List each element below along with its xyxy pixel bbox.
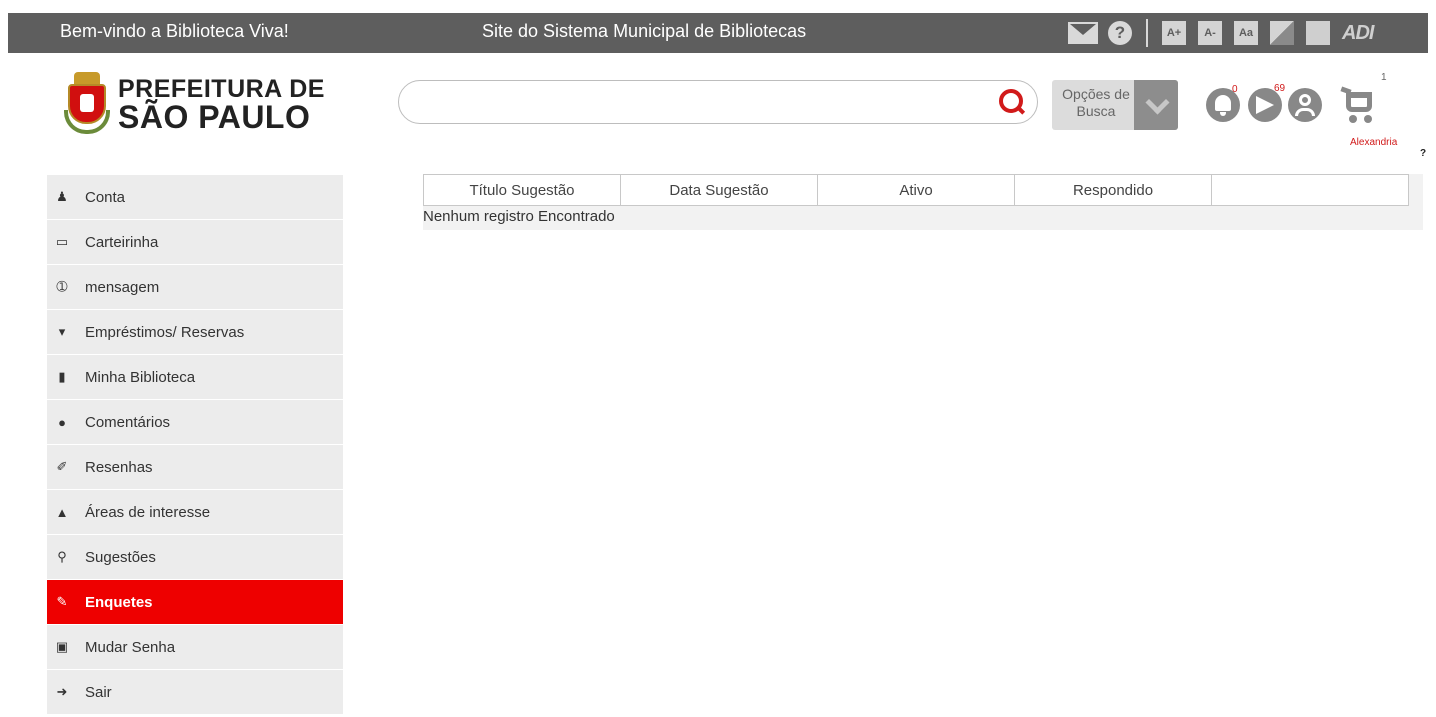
sidebar-item-label: Minha Biblioteca <box>85 368 196 386</box>
sidebar-item-comentarios[interactable]: ● Comentários <box>47 400 343 445</box>
sidebar-item-conta[interactable]: ♟ Conta <box>47 175 343 220</box>
font-increase-button[interactable]: A+ <box>1162 21 1186 45</box>
sidebar-item-label: Empréstimos/ Reservas <box>85 323 245 341</box>
site-title-link[interactable]: Site do Sistema Municipal de Bibliotecas <box>482 21 806 42</box>
sidebar-menu: ♟ Conta ▭ Carteirinha ➀ mensagem ▾ Empré… <box>47 175 343 715</box>
sidebar-item-mudar-senha[interactable]: ▣ Mudar Senha <box>47 625 343 670</box>
column-header-respondido: Respondido <box>1014 174 1212 206</box>
sidebar-item-label: Enquetes <box>85 593 153 611</box>
column-header-ativo: Ativo <box>817 174 1015 206</box>
sidebar-item-label: Mudar Senha <box>85 638 176 656</box>
sidebar-item-label: Conta <box>85 188 126 206</box>
sidebar-item-label: Áreas de interesse <box>85 503 211 521</box>
card-icon: ▭ <box>55 234 69 249</box>
lightbulb-icon: ⚲ <box>57 549 67 564</box>
sidebar-item-sugestoes[interactable]: ⚲ Sugestões <box>47 535 343 580</box>
table-header-row: Título Sugestão Data Sugestão Ativo Resp… <box>423 174 1409 206</box>
cart-icon[interactable] <box>1338 84 1378 124</box>
sidebar-item-label: Sugestões <box>85 548 156 566</box>
sidebar-item-label: Resenhas <box>85 458 153 476</box>
toolbar-divider <box>1146 19 1148 47</box>
user-icon: ♟ <box>56 189 68 204</box>
sidebar-item-areas-interesse[interactable]: ▲ Áreas de interesse <box>47 490 343 535</box>
sidebar-item-emprestimos[interactable]: ▾ Empréstimos/ Reservas <box>47 310 343 355</box>
column-header-data: Data Sugestão <box>620 174 818 206</box>
thumbs-up-icon: ▲ <box>55 504 69 520</box>
sign-out-icon: ➜ <box>56 684 68 699</box>
search-options-button[interactable]: Opções de Busca <box>1052 80 1178 130</box>
contrast-icon[interactable] <box>1270 21 1294 45</box>
info-icon: ➀ <box>56 279 68 294</box>
sidebar-item-resenhas[interactable]: ✐ Resenhas <box>47 445 343 490</box>
crest-icon <box>64 72 110 136</box>
sidebar-item-label: Sair <box>85 683 112 701</box>
sidebar-item-enquetes[interactable]: ✎ Enquetes <box>47 580 343 625</box>
sidebar-item-carteirinha[interactable]: ▭ Carteirinha <box>47 220 343 265</box>
welcome-text: Bem-vindo a Biblioteca Viva! <box>60 21 289 41</box>
book-icon: ▮ <box>58 369 66 384</box>
pencil-icon: ✐ <box>56 459 68 474</box>
search-box <box>398 80 1038 124</box>
mail-icon[interactable] <box>1068 22 1098 44</box>
column-header-titulo: Título Sugestão <box>423 174 621 206</box>
suggestions-table: Título Sugestão Data Sugestão Ativo Resp… <box>423 174 1409 206</box>
comment-icon: ● <box>58 414 66 430</box>
search-icon[interactable] <box>999 89 1026 115</box>
chevron-down-icon[interactable] <box>1134 80 1178 130</box>
sidebar-item-minha-biblioteca[interactable]: ▮ Minha Biblioteca <box>47 355 343 400</box>
sidebar-item-mensagem[interactable]: ➀ mensagem <box>47 265 343 310</box>
search-input[interactable] <box>419 89 983 117</box>
lock-icon: ▣ <box>55 639 69 654</box>
bell-count-badge: 0 <box>1232 84 1238 95</box>
user-name-link[interactable]: Alexandria <box>1350 137 1397 148</box>
help-icon[interactable]: ? <box>1108 21 1132 45</box>
sidebar-item-sair[interactable]: ➜ Sair <box>47 670 343 715</box>
adi-logo[interactable]: ADI <box>1342 22 1374 45</box>
sidebar-item-label: Comentários <box>85 413 171 431</box>
top-bar: Bem-vindo a Biblioteca Viva! Site do Sis… <box>8 13 1428 53</box>
sidebar-item-label: mensagem <box>85 278 160 296</box>
empty-table-message: Nenhum registro Encontrado <box>423 208 615 225</box>
prefeitura-logo[interactable]: PREFEITURA DE SÃO PAULO <box>64 72 325 136</box>
sidebar-item-label: Carteirinha <box>85 233 159 251</box>
plain-mode-icon[interactable] <box>1306 21 1330 45</box>
font-decrease-button[interactable]: A- <box>1198 21 1222 45</box>
messages-count-badge: 69 <box>1274 83 1286 94</box>
pin-icon: ▾ <box>58 324 66 339</box>
column-header-actions <box>1211 174 1409 206</box>
edit-icon: ✎ <box>56 594 68 609</box>
user-help-link[interactable]: ? <box>1420 148 1426 159</box>
cart-count-badge: 1 <box>1381 72 1387 83</box>
search-options-label: Opções de Busca <box>1062 86 1130 119</box>
user-profile-icon[interactable] <box>1288 88 1322 122</box>
accessibility-toolbar: ? A+ A- Aa ADI <box>1068 19 1374 47</box>
font-reset-button[interactable]: Aa <box>1234 21 1258 45</box>
logo-line-2: SÃO PAULO <box>118 99 311 135</box>
